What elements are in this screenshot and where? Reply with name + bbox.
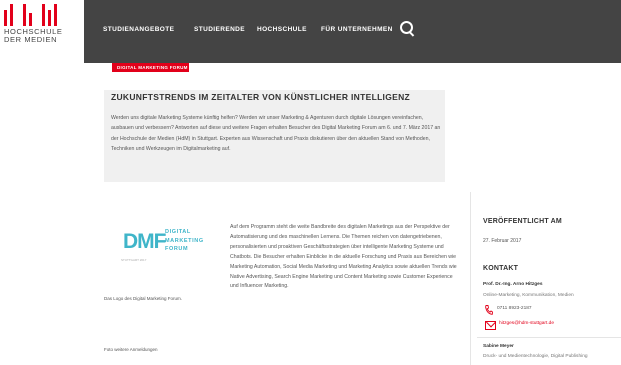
contact2-name: Sabine Meyer: [483, 344, 514, 349]
site-header: HOCHSCHULE DER MEDIEN STUDIENANGEBOTE ST…: [0, 0, 621, 63]
photo-credit: Foto weitere Anmeldungen: [104, 347, 158, 352]
mail-icon: [485, 321, 496, 330]
main-nav: STUDIENANGEBOTE STUDIERENDE HOCHSCHULE F…: [84, 0, 621, 63]
contact2-role: Druck- und Medientechnologie, Digital Pu…: [483, 354, 588, 359]
published-heading: VERÖFFENTLICHT AM: [483, 218, 562, 225]
published-date: 27. Februar 2017: [483, 238, 522, 244]
nav-item-studienangebote[interactable]: STUDIENANGEBOTE: [103, 26, 174, 33]
dmf-word-marketing: MARKETING: [165, 238, 204, 244]
contact-email-link[interactable]: hitzges@hdm-stuttgart.de: [499, 321, 554, 326]
image-caption: Das Logo des Digital Marketing Forum.: [104, 296, 183, 301]
dmf-word-digital: DIGITAL: [165, 229, 191, 235]
category-tag[interactable]: DIGITAL MARKETING FORUM: [112, 63, 189, 72]
contact-heading: KONTAKT: [483, 265, 519, 272]
nav-item-studierende[interactable]: STUDIERENDE: [194, 26, 245, 33]
dmf-word-forum: FORUM: [165, 246, 189, 252]
article-intro: ZUKUNFTSTRENDS IM ZEITALTER VON KÜNSTLIC…: [104, 90, 445, 182]
logo-text-line2: DER MEDIEN: [4, 35, 58, 44]
divider: [477, 337, 621, 338]
phone-icon: [485, 305, 493, 315]
page-title: ZUKUNFTSTRENDS IM ZEITALTER VON KÜNSTLIC…: [111, 92, 411, 102]
nav-item-fuer-unternehmen[interactable]: FÜR UNTERNEHMEN: [321, 26, 393, 33]
dmf-logo-image: DMF DIGITAL MARKETING FORUM STUTTGART 20…: [116, 226, 206, 270]
dmf-subtitle: STUTTGART 2017: [121, 258, 147, 262]
article-lead: Werden uns digitale Marketing Systeme kü…: [111, 115, 441, 152]
hdm-logo[interactable]: HOCHSCHULE DER MEDIEN: [4, 4, 82, 60]
contact-phone[interactable]: 0711 8923-2187: [497, 306, 532, 311]
search-icon[interactable]: [400, 21, 415, 37]
contact-name: Prof. Dr.-Ing. Arno Hitzges: [483, 282, 543, 287]
contact-role: Online-Marketing, Kommunikation, Medien: [483, 293, 574, 298]
logo-mark: [4, 4, 57, 26]
dmf-letters: DMF: [123, 230, 166, 253]
nav-item-hochschule[interactable]: HOCHSCHULE: [257, 26, 307, 33]
article-body: Auf dem Programm steht die weite Bandbre…: [230, 224, 457, 290]
sidebar: VERÖFFENTLICHT AM 27. Februar 2017 KONTA…: [470, 192, 621, 365]
